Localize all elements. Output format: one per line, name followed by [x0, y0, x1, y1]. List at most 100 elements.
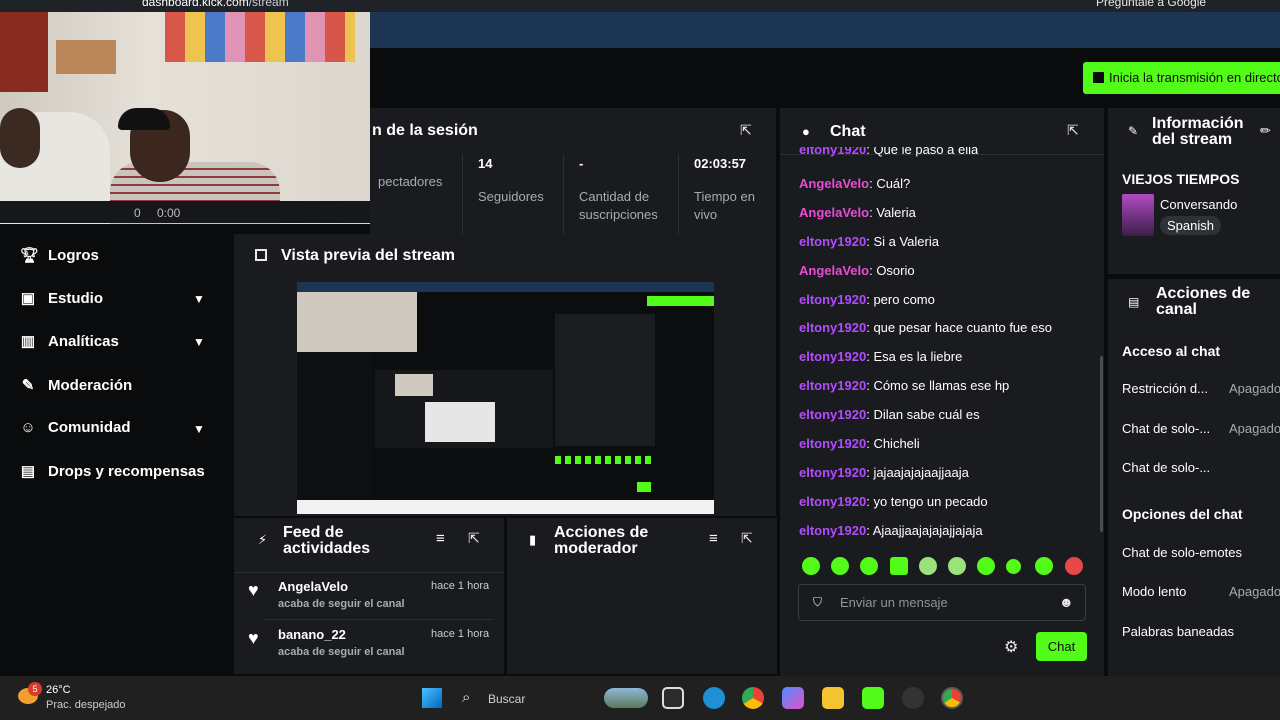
- setting-row-value[interactable]: Apagado: [1229, 421, 1280, 436]
- sidebar-item-label: Estudio: [48, 290, 103, 307]
- setting-row-label[interactable]: Chat de solo-...: [1122, 460, 1210, 475]
- weather-desc: Prac. despejado: [46, 699, 126, 711]
- chat-text: Cuál?: [876, 176, 911, 191]
- emote[interactable]: [860, 557, 878, 575]
- url-host: dashboard.kick.com: [142, 0, 249, 9]
- analytics-icon: ▥: [20, 333, 36, 350]
- chat-message: eltony1920: jajaajajajaajjaaja: [799, 465, 969, 480]
- task-view-icon[interactable]: [662, 687, 684, 709]
- sidebar-item-moderacion[interactable]: ✎ Moderación: [20, 376, 132, 394]
- expand-icon[interactable]: ⇱: [741, 530, 753, 547]
- filter-icon[interactable]: ≡: [436, 530, 445, 547]
- chrome-icon[interactable]: [742, 687, 764, 709]
- chat-username[interactable]: eltony1920: [799, 494, 866, 509]
- chat-username[interactable]: eltony1920: [799, 349, 866, 364]
- chat-text: jajaajajajaajjaaja: [873, 465, 969, 480]
- feed-user[interactable]: AngelaVelo: [278, 579, 348, 594]
- sidebar-item-label: Logros: [48, 247, 99, 264]
- chat-text: Esa es la liebre: [873, 349, 963, 364]
- chat-username[interactable]: eltony1920: [799, 378, 866, 393]
- chat-username[interactable]: eltony1920: [799, 147, 866, 157]
- filter-icon[interactable]: ≡: [709, 530, 718, 547]
- chat-username[interactable]: eltony1920: [799, 407, 866, 422]
- chat-username[interactable]: eltony1920: [799, 465, 866, 480]
- shield-icon[interactable]: ⛉: [813, 595, 822, 610]
- chat-username[interactable]: eltony1920: [799, 234, 866, 249]
- setting-row-label[interactable]: Palabras baneadas: [1122, 624, 1234, 639]
- weather-temp[interactable]: 26°C: [46, 684, 71, 696]
- edit-icon[interactable]: ✏: [1260, 123, 1271, 139]
- emote[interactable]: [1065, 557, 1083, 575]
- expand-icon[interactable]: ⇱: [740, 122, 752, 139]
- obs-icon[interactable]: [902, 687, 924, 709]
- setting-row-label[interactable]: Modo lento: [1122, 584, 1186, 599]
- category-thumbnail[interactable]: [1122, 194, 1154, 236]
- chat-username[interactable]: eltony1920: [799, 320, 866, 335]
- emote[interactable]: [919, 557, 937, 575]
- setting-row-value[interactable]: Apagado: [1229, 584, 1280, 599]
- expand-icon[interactable]: ⇱: [468, 530, 480, 547]
- emote[interactable]: [890, 557, 908, 575]
- chevron-down-icon[interactable]: ▼: [193, 292, 205, 306]
- chat-username[interactable]: eltony1920: [799, 523, 866, 538]
- chat-text: yo tengo un pecado: [873, 494, 988, 509]
- edge-icon[interactable]: [703, 687, 725, 709]
- ask-google-button[interactable]: Pregúntale a Google: [1096, 0, 1206, 9]
- trophy-icon: 🏆︎: [20, 247, 40, 264]
- chat-text: pero como: [873, 292, 935, 307]
- chevron-down-icon[interactable]: ▼: [193, 335, 205, 349]
- chevron-down-icon[interactable]: ▼: [193, 422, 205, 436]
- gear-icon[interactable]: ⚙: [1004, 637, 1018, 657]
- preview-icon: [255, 249, 267, 261]
- emote[interactable]: [1035, 557, 1053, 575]
- chat-username[interactable]: AngelaVelo: [799, 263, 869, 278]
- language-badge: Spanish: [1160, 216, 1221, 235]
- stream-category[interactable]: Conversando: [1160, 197, 1237, 212]
- chat-username[interactable]: eltony1920: [799, 292, 866, 307]
- emote[interactable]: [1006, 559, 1021, 574]
- chat-scrollbar[interactable]: [1100, 356, 1103, 532]
- chat-message: AngelaVelo: Cuál?: [799, 176, 910, 191]
- chat-username[interactable]: AngelaVelo: [799, 176, 869, 191]
- chat-message: AngelaVelo: Osorio: [799, 263, 915, 278]
- chat-text: Dilan sabe cuál es: [873, 407, 980, 422]
- search-icon[interactable]: ⌕: [462, 689, 470, 706]
- settings-icon: ▤: [1128, 295, 1140, 309]
- start-stream-button[interactable]: Inicia la transmisión en directo: [1083, 62, 1280, 94]
- expand-icon[interactable]: ⇱: [1067, 122, 1079, 139]
- setting-row-label[interactable]: Restricción d...: [1122, 381, 1208, 396]
- stream-info-title: Información del stream: [1152, 115, 1244, 148]
- community-icon: ☺: [20, 419, 36, 436]
- sidebar-item-analiticas[interactable]: ▥ Analíticas: [20, 332, 119, 350]
- setting-row-label[interactable]: Chat de solo-emotes: [1122, 545, 1242, 560]
- emote[interactable]: [802, 557, 820, 575]
- taskbar-search[interactable]: Buscar: [488, 692, 525, 706]
- chat-bubble-icon: ●: [802, 124, 810, 139]
- chat-username[interactable]: AngelaVelo: [799, 205, 869, 220]
- kick-app-icon[interactable]: [862, 687, 884, 709]
- sidebar-item-logros[interactable]: 🏆︎ Logros: [20, 246, 99, 264]
- chrome-icon[interactable]: [941, 687, 963, 709]
- studio-icon: ▣: [20, 290, 36, 307]
- setting-row-label[interactable]: Chat de solo-...: [1122, 421, 1210, 436]
- webcam-volume[interactable]: 0: [134, 206, 141, 220]
- setting-row-value[interactable]: Apagado: [1229, 381, 1280, 396]
- sidebar-item-drops[interactable]: ▤ Drops y recompensas: [20, 462, 205, 480]
- folder-icon[interactable]: [822, 687, 844, 709]
- emoji-icon[interactable]: ☻: [1059, 594, 1074, 610]
- feed-user[interactable]: banano_22: [278, 627, 346, 642]
- emote[interactable]: [948, 557, 966, 575]
- sidebar-item-comunidad[interactable]: ☺ Comunidad: [20, 419, 130, 436]
- sidebar-item-estudio[interactable]: ▣ Estudio: [20, 289, 103, 307]
- emote[interactable]: [831, 557, 849, 575]
- send-chat-button[interactable]: Chat: [1036, 632, 1087, 661]
- emote[interactable]: [977, 557, 995, 575]
- address-bar[interactable]: dashboard.kick.com/stream: [142, 0, 289, 9]
- webcam-time: 0:00: [157, 206, 181, 220]
- stream-preview-video[interactable]: [297, 282, 714, 514]
- chat-text: Que le paso a ella: [873, 147, 979, 157]
- sidebar-item-label: Drops y recompensas: [48, 463, 205, 480]
- windows-start-icon[interactable]: [422, 688, 442, 708]
- chat-username[interactable]: eltony1920: [799, 436, 866, 451]
- copilot-icon[interactable]: [782, 687, 804, 709]
